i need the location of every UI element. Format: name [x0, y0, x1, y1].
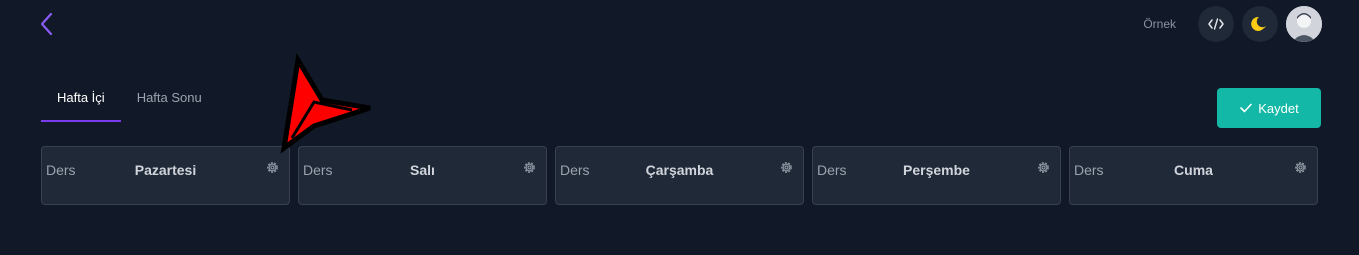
- tab-weekdays[interactable]: Hafta İçi: [41, 82, 121, 122]
- day-list: Ders Pazartesi Ders Salı Ders Çarşamba D…: [41, 146, 1318, 205]
- save-button[interactable]: Kaydet: [1217, 88, 1321, 128]
- user-avatar[interactable]: [1286, 6, 1322, 42]
- day-card-thursday[interactable]: Ders Perşembe: [812, 146, 1061, 205]
- save-button-label: Kaydet: [1258, 100, 1299, 116]
- check-icon: [1240, 103, 1253, 113]
- chevron-left-icon: [40, 12, 53, 36]
- pointer-arrow-icon: [280, 52, 371, 154]
- back-button[interactable]: [36, 11, 58, 37]
- header-actions: Örnek: [1143, 6, 1322, 42]
- moon-icon: [1251, 16, 1266, 31]
- code-button[interactable]: [1198, 6, 1234, 42]
- tab-weekend[interactable]: Hafta Sonu: [121, 82, 218, 113]
- day-name: Pazartesi: [134, 162, 197, 178]
- day-card-monday[interactable]: Ders Pazartesi: [41, 146, 290, 205]
- code-icon: [1208, 18, 1224, 30]
- gear-icon[interactable]: [1036, 160, 1051, 175]
- gear-icon[interactable]: [1293, 160, 1308, 175]
- day-group-tabs: Hafta İçi Hafta Sonu: [41, 82, 218, 122]
- day-card-friday[interactable]: Ders Cuma: [1069, 146, 1318, 205]
- example-label: Örnek: [1143, 17, 1176, 31]
- gear-icon[interactable]: [522, 160, 537, 175]
- day-name: Çarşamba: [645, 162, 714, 178]
- day-card-wednesday[interactable]: Ders Çarşamba: [555, 146, 804, 205]
- gear-icon[interactable]: [265, 160, 280, 175]
- avatar-icon: [1286, 6, 1322, 42]
- day-name: Perşembe: [903, 162, 970, 178]
- gear-icon[interactable]: [779, 160, 794, 175]
- day-name: Cuma: [1174, 162, 1213, 178]
- theme-toggle-button[interactable]: [1242, 6, 1278, 42]
- day-name: Salı: [410, 162, 435, 178]
